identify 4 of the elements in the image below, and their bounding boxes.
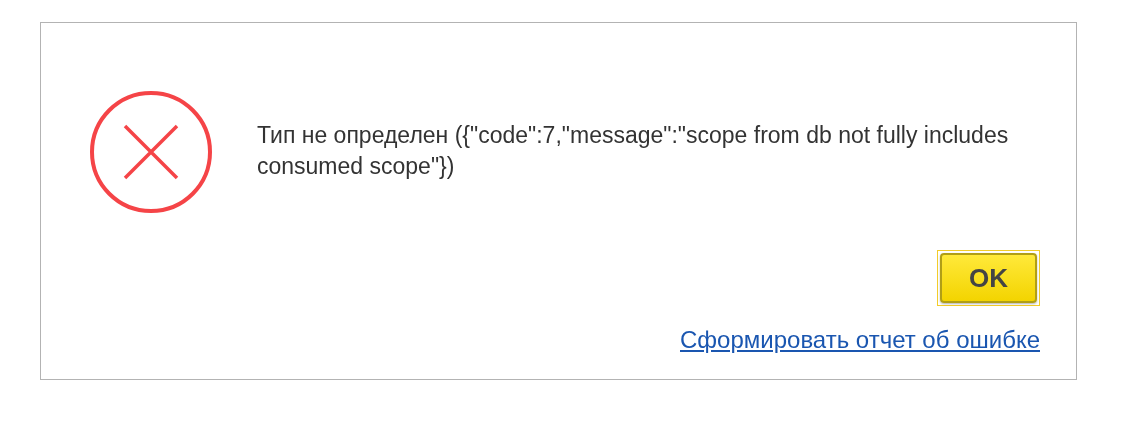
error-icon: [89, 90, 213, 214]
report-link[interactable]: Сформировать отчет об ошибке: [680, 326, 1040, 354]
error-message: Тип не определен ({"code":7,"message":"scope from db not fully includes consumed scope"}): [257, 121, 1010, 181]
ok-button[interactable]: OK: [940, 253, 1037, 303]
